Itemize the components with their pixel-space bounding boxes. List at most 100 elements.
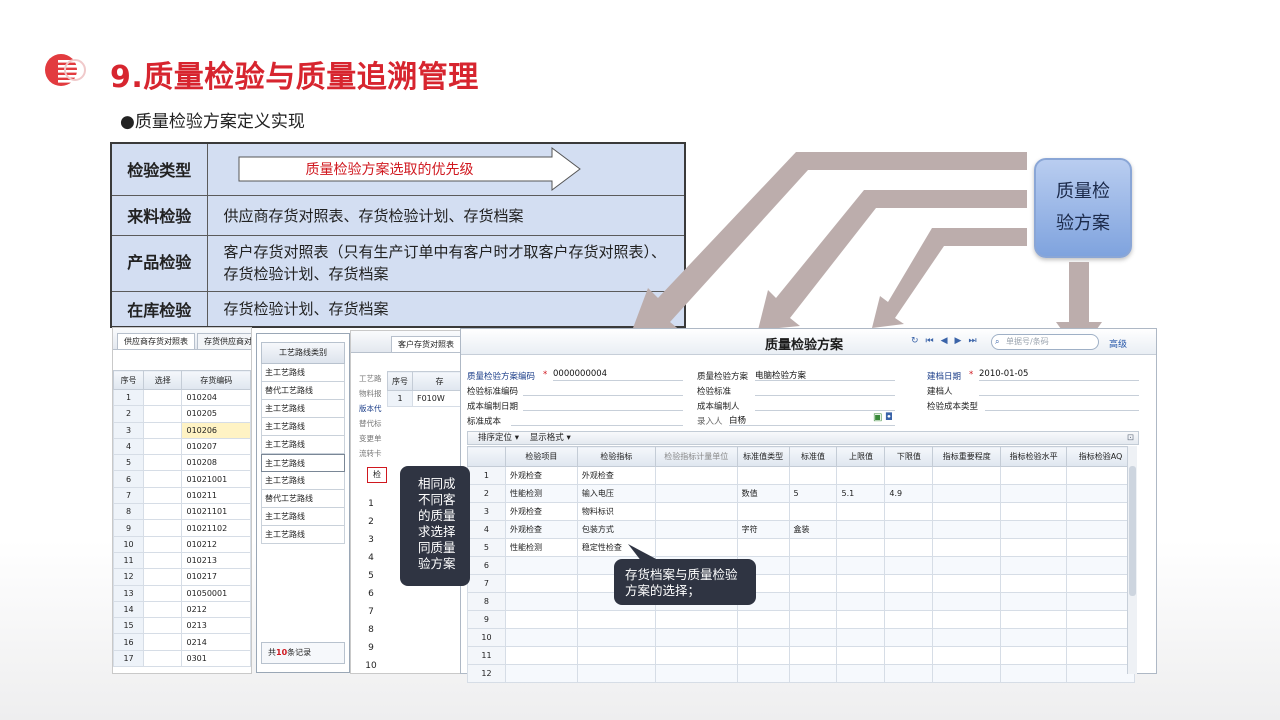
grid-cell-item[interactable]: 外观检查 xyxy=(504,502,578,521)
select-cell[interactable] xyxy=(143,568,183,586)
select-cell[interactable] xyxy=(143,535,183,553)
list-item[interactable]: 主工艺路线 xyxy=(261,400,345,418)
inventory-code[interactable]: 01050001 xyxy=(181,584,251,602)
inventory-code[interactable]: F010W xyxy=(411,389,461,408)
grid-cell-upper[interactable] xyxy=(836,610,886,629)
list-item[interactable]: 主工艺路线 xyxy=(261,436,345,454)
grid-cell[interactable] xyxy=(1066,502,1135,521)
list-item[interactable]: 主工艺路线 xyxy=(261,472,345,490)
col-header[interactable]: 检验指标 xyxy=(576,446,656,467)
grid-cell-item[interactable] xyxy=(504,610,578,629)
col-header[interactable]: 指标重要程度 xyxy=(932,446,1002,467)
grid-cell-unit[interactable] xyxy=(654,646,738,665)
grid-cell-item[interactable] xyxy=(504,628,578,647)
grid-cell-item[interactable] xyxy=(504,556,578,575)
select-cell[interactable] xyxy=(143,437,183,456)
grid-cell-upper[interactable] xyxy=(836,664,886,683)
table-row[interactable]: 3 010206 xyxy=(113,421,251,439)
inventory-code[interactable]: 0213 xyxy=(181,617,251,635)
select-cell[interactable] xyxy=(143,388,183,407)
grid-cell-type[interactable] xyxy=(736,628,790,647)
table-row[interactable]: 7 010211 xyxy=(113,486,251,505)
grid-cell[interactable] xyxy=(1066,628,1135,647)
grid-cell-upper[interactable] xyxy=(836,592,886,611)
grid-cell-std[interactable] xyxy=(788,646,838,665)
select-cell[interactable] xyxy=(143,551,183,570)
grid-cell-lower[interactable] xyxy=(884,610,934,629)
grid-cell-upper[interactable] xyxy=(836,628,886,647)
table-row[interactable]: 12 xyxy=(467,664,1135,683)
grid-cell[interactable] xyxy=(1066,520,1135,539)
search-input[interactable]: ⌕ 单据号/条码 xyxy=(991,334,1099,350)
grid-cell-upper[interactable] xyxy=(836,502,886,521)
grid-cell-type[interactable] xyxy=(736,466,790,485)
table-row[interactable]: 4 010207 xyxy=(113,437,251,456)
date-field[interactable]: 2010-01-05 xyxy=(979,369,1139,381)
grid-cell[interactable] xyxy=(932,556,1002,575)
grid-cell[interactable] xyxy=(1066,574,1135,593)
tab-inspection[interactable]: 检 xyxy=(367,467,387,483)
select-cell[interactable] xyxy=(143,421,183,439)
select-cell[interactable] xyxy=(143,617,183,635)
inventory-code[interactable]: 010206 xyxy=(181,421,251,439)
attach-icon[interactable]: ◘ xyxy=(885,412,893,423)
grid-cell-std[interactable] xyxy=(788,466,838,485)
grid-cell-item[interactable] xyxy=(504,592,578,611)
grid-cell[interactable] xyxy=(932,502,1002,521)
expand-icon[interactable]: ⊡ xyxy=(1127,432,1134,444)
grid-cell-index[interactable] xyxy=(576,628,656,647)
chevron-down-icon[interactable]: ▾ xyxy=(567,433,571,443)
grid-cell-index[interactable]: 外观检查 xyxy=(576,466,656,485)
grid-cell-item[interactable] xyxy=(504,646,578,665)
refresh-icon[interactable]: ▣ xyxy=(873,412,882,423)
col-header[interactable]: 下限值 xyxy=(884,446,934,467)
inventory-code[interactable]: 01021102 xyxy=(181,519,251,537)
table-row[interactable]: 9 xyxy=(467,610,1135,629)
grid-cell-std[interactable] xyxy=(788,538,838,557)
select-cell[interactable] xyxy=(143,600,183,619)
grid-cell[interactable] xyxy=(1066,592,1135,611)
list-item[interactable]: 主工艺路线 xyxy=(261,508,345,526)
grid-cell[interactable] xyxy=(1000,520,1068,539)
grid-cell[interactable] xyxy=(1066,664,1135,683)
grid-cell[interactable] xyxy=(1000,556,1068,575)
col-header[interactable]: 标准值 xyxy=(788,446,838,467)
grid-cell-type[interactable]: 字符 xyxy=(736,520,790,539)
inventory-code[interactable]: 010208 xyxy=(181,454,251,472)
col-header[interactable]: 标准值类型 xyxy=(736,446,790,467)
grid-cell-lower[interactable] xyxy=(884,502,934,521)
grid-cell-std[interactable]: 5 xyxy=(788,484,838,503)
std-field[interactable] xyxy=(755,384,895,396)
select-cell[interactable] xyxy=(143,470,183,488)
inventory-code[interactable]: 01021001 xyxy=(181,470,251,488)
table-row[interactable]: 2 010205 xyxy=(113,405,251,423)
grid-cell-type[interactable]: 数值 xyxy=(736,484,790,503)
code-field[interactable]: 0000000004 xyxy=(553,369,683,381)
table-row[interactable]: 1 外观检查 外观检查 xyxy=(467,466,1135,485)
grid-cell[interactable] xyxy=(1000,502,1068,521)
grid-cell[interactable] xyxy=(932,466,1002,485)
grid-cell-item[interactable] xyxy=(504,574,578,593)
grid-cell[interactable] xyxy=(1066,466,1135,485)
col-header[interactable]: 上限值 xyxy=(836,446,886,467)
table-row[interactable]: 11 xyxy=(467,646,1135,665)
grid-cell-lower[interactable] xyxy=(884,646,934,665)
display-format-button[interactable]: 显示格式 xyxy=(530,433,564,443)
cost-person-field[interactable] xyxy=(755,399,895,411)
list-item[interactable]: 主工艺路线 xyxy=(261,526,345,544)
tab-customer-inventory[interactable]: 客户存货对照表 xyxy=(391,336,461,352)
grid-cell-std[interactable] xyxy=(788,556,838,575)
col-header[interactable]: 指标检验AQ xyxy=(1066,446,1135,467)
grid-cell[interactable] xyxy=(932,520,1002,539)
grid-cell[interactable] xyxy=(932,628,1002,647)
grid-cell-type[interactable] xyxy=(736,538,790,557)
table-row[interactable]: 8 xyxy=(467,592,1135,611)
grid-cell-std[interactable] xyxy=(788,664,838,683)
table-row[interactable]: 10 xyxy=(467,628,1135,647)
table-row[interactable]: 3 外观检查 物料标识 xyxy=(467,502,1135,521)
grid-cell-index[interactable] xyxy=(576,646,656,665)
grid-cell[interactable] xyxy=(932,574,1002,593)
entry-field[interactable]: 白杨 xyxy=(729,414,895,426)
grid-cell[interactable] xyxy=(932,538,1002,557)
grid-cell[interactable] xyxy=(1066,556,1135,575)
